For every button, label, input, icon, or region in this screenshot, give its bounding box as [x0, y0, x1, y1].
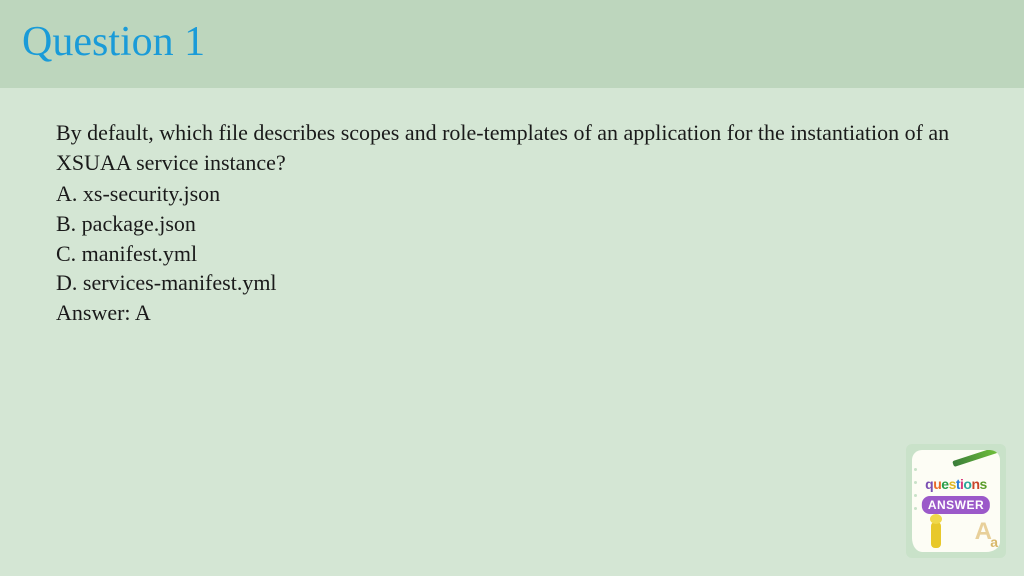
badge-questions-text: questions	[912, 476, 1000, 492]
page-title: Question 1	[22, 18, 1002, 66]
question-text: By default, which file describes scopes …	[56, 118, 968, 177]
questions-answer-badge: questions ANSWER A a	[906, 444, 1006, 558]
option-c: C. manifest.yml	[56, 239, 968, 269]
badge-card: questions ANSWER A a	[912, 450, 1000, 552]
letter-a-small-icon: a	[990, 534, 998, 550]
answer-line: Answer: A	[56, 298, 968, 328]
option-d: D. services-manifest.yml	[56, 268, 968, 298]
pencil-icon	[952, 450, 998, 467]
pencil-character-icon	[922, 514, 950, 548]
header-bar: Question 1	[0, 0, 1024, 88]
option-a: A. xs-security.json	[56, 179, 968, 209]
option-b: B. package.json	[56, 209, 968, 239]
badge-answer-label: ANSWER	[922, 496, 990, 514]
content-area: By default, which file describes scopes …	[0, 88, 1024, 358]
